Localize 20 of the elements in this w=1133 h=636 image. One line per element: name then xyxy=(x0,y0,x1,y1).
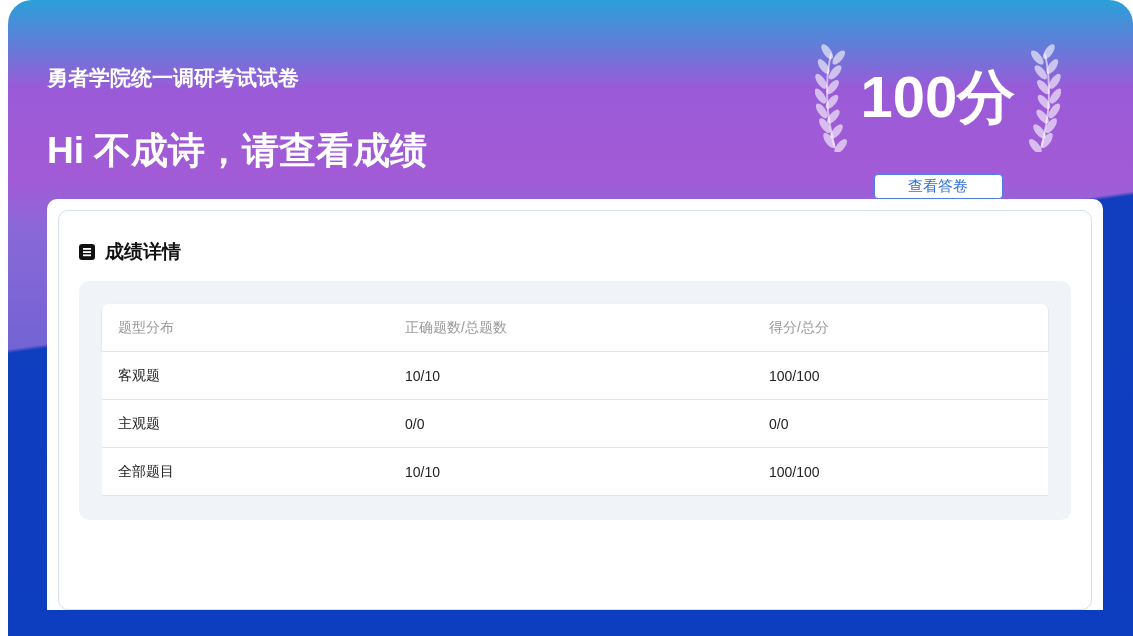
table-cell-text: 全部题目 xyxy=(118,462,175,481)
table-cell-text: 10/10 xyxy=(405,367,442,384)
document-icon xyxy=(79,244,95,260)
laurel-icon xyxy=(814,44,849,152)
table-cell-text: 100/100 xyxy=(769,463,821,480)
column-header: 正确题数/总题数 xyxy=(405,318,508,337)
exam-title: 勇者学院统一调研考试试卷 xyxy=(47,65,300,91)
table-cell-text: 10/10 xyxy=(405,463,442,480)
table-cell-text: 0/0 xyxy=(405,415,426,432)
view-answers-button[interactable]: 查看答卷 xyxy=(873,174,1003,199)
greeting: Hi 不成诗，请查看成绩 xyxy=(47,129,428,173)
table-cell-text: 0/0 xyxy=(769,415,790,432)
column-header: 得分/总分 xyxy=(769,318,830,337)
score: 100分 xyxy=(860,63,1016,131)
section-title: 成绩详情 xyxy=(105,240,181,264)
table-cell-text: 100/100 xyxy=(769,367,821,384)
laurel-icon xyxy=(1027,44,1062,152)
table-cell-text: 主观题 xyxy=(118,414,161,433)
table-cell-text: 客观题 xyxy=(118,366,161,385)
column-header: 题型分布 xyxy=(118,318,175,337)
